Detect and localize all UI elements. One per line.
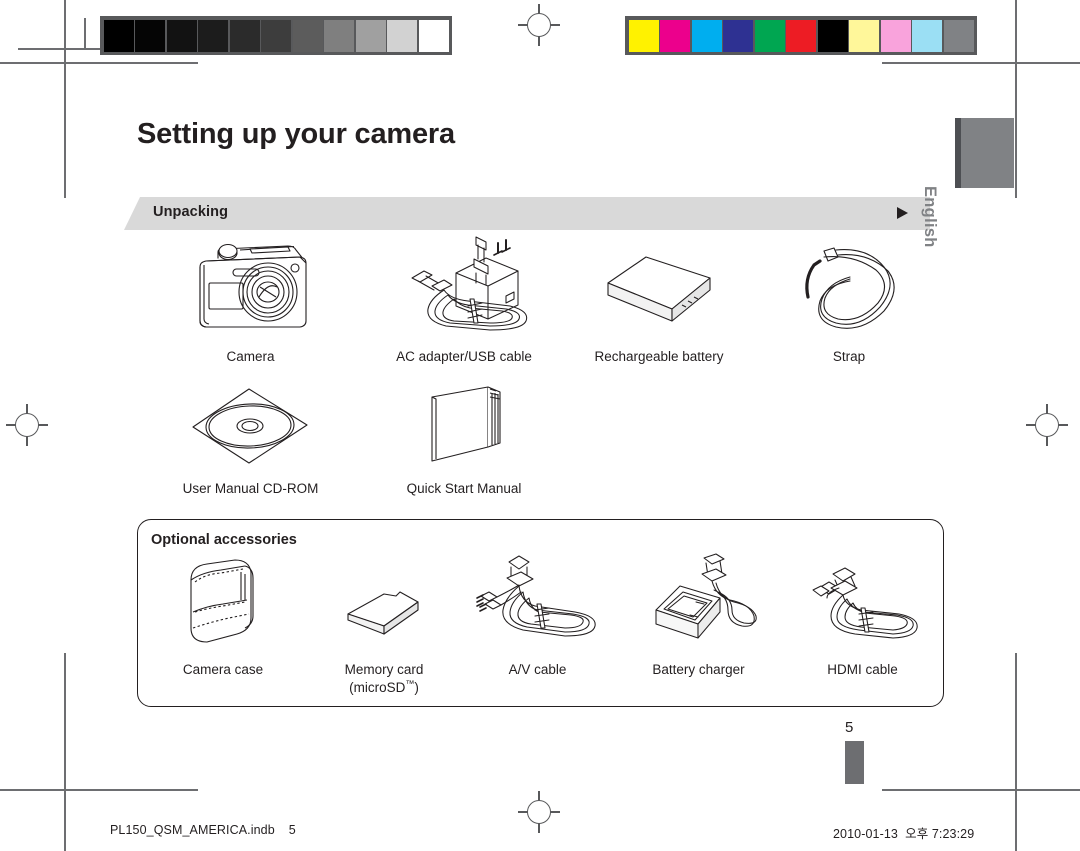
item-caption: Camera — [226, 349, 275, 364]
color-swatch — [786, 19, 816, 52]
footer-page-text: 5 — [288, 823, 296, 837]
item-caption: HDMI cable — [827, 662, 898, 677]
crop-mark-tl-h — [0, 62, 198, 64]
crop-mark-tr-v — [1015, 0, 1017, 198]
cd-rom-icon — [189, 383, 313, 471]
item-caption: Quick Start Manual — [406, 481, 522, 496]
memory-card-icon — [338, 552, 430, 650]
color-swatch — [817, 19, 848, 52]
crop-mark-tl-h2 — [18, 48, 101, 50]
page-title: Setting up your camera — [137, 118, 455, 150]
page-number: 5 — [845, 719, 854, 736]
item-caption: Rechargeable battery — [594, 349, 724, 364]
registration-mark-left — [6, 404, 48, 446]
hdmi-cable-icon — [803, 552, 923, 650]
color-swatch — [723, 19, 753, 52]
grayscale-swatch — [229, 19, 260, 52]
strap-icon — [794, 237, 904, 337]
footer-filename-text: PL150_QSM_AMERICA.indb — [110, 823, 275, 837]
item-caption-secondary: (microSD™) — [349, 678, 419, 696]
unpacking-item-ac-adapter: AC adapter/USB cable — [364, 236, 564, 366]
camera-case-icon — [175, 552, 271, 650]
footer-filename: PL150_QSM_AMERICA.indb 5 — [110, 823, 296, 837]
optional-item-battery-charger: Battery charger — [616, 552, 781, 697]
unpacking-item-camera: Camera — [137, 237, 364, 366]
unpacking-item-quick-start-manual: Quick Start Manual — [364, 383, 564, 498]
item-caption: User Manual CD-ROM — [182, 481, 319, 496]
crop-mark-bl-h — [0, 789, 198, 791]
color-swatch — [754, 19, 785, 52]
battery-icon — [600, 237, 718, 337]
unpacking-row-2: User Manual CD-ROM Quick Start Manual — [137, 383, 564, 498]
color-swatch — [660, 19, 690, 52]
grayscale-swatch — [166, 19, 197, 52]
crop-mark-tl-v2 — [84, 18, 86, 48]
color-swatch — [849, 19, 879, 52]
ac-adapter-usb-cable-icon — [394, 236, 534, 337]
grayscale-swatch — [387, 19, 417, 52]
grayscale-swatch — [261, 19, 291, 52]
color-swatch — [691, 19, 722, 52]
unpacking-row-1: Camera AC adapter/USB cable Rechargeable… — [137, 236, 944, 366]
item-caption: A/V cable — [508, 662, 567, 677]
footer-time-text: 오후 7:23:29 — [905, 827, 975, 841]
grayscale-swatch — [324, 19, 354, 52]
color-calibration-bar — [625, 16, 977, 55]
unpacking-item-strap: Strap — [754, 237, 944, 366]
grayscale-swatch — [198, 19, 228, 52]
optional-accessories-heading: Optional accessories — [151, 532, 297, 548]
item-caption: Battery charger — [652, 662, 745, 677]
optional-item-hdmi-cable: HDMI cable — [781, 552, 944, 697]
crop-mark-tr-h — [882, 62, 1080, 64]
crop-mark-br-v — [1015, 653, 1017, 851]
optional-accessories-row: Camera case Memory card (microSD™) A/V c… — [137, 552, 944, 697]
crop-mark-tl-v — [64, 0, 66, 198]
manual-book-icon — [416, 383, 512, 471]
color-swatch — [880, 19, 911, 52]
crop-mark-bl-v — [64, 653, 66, 851]
item-caption: Camera case — [182, 662, 264, 677]
footer-timestamp: 2010-01-13 오후 7:23:29 — [833, 823, 974, 842]
footer-date-text: 2010-01-13 — [833, 827, 898, 841]
registration-mark-top — [518, 4, 560, 46]
color-swatch — [912, 19, 942, 52]
color-swatch — [943, 19, 974, 52]
optional-item-camera-case: Camera case — [137, 552, 309, 697]
item-caption: Memory card — [344, 662, 424, 677]
item-caption: AC adapter/USB cable — [396, 349, 532, 364]
page-number-bar — [845, 741, 864, 784]
grayscale-swatch — [292, 19, 323, 52]
section-banner: Unpacking — [124, 197, 930, 230]
grayscale-swatch — [418, 19, 449, 52]
crop-mark-br-h — [882, 789, 1080, 791]
av-cable-icon — [475, 552, 601, 650]
grayscale-calibration-bar — [100, 16, 452, 55]
unpacking-item-battery: Rechargeable battery — [564, 237, 754, 366]
optional-item-memory-card: Memory card (microSD™) — [309, 552, 459, 697]
battery-charger-icon — [638, 552, 760, 650]
grayscale-swatch — [135, 19, 165, 52]
section-heading: Unpacking — [153, 204, 229, 220]
optional-item-av-cable: A/V cable — [459, 552, 616, 697]
registration-mark-right — [1026, 404, 1068, 446]
grayscale-swatch — [355, 19, 386, 52]
camera-icon — [184, 237, 318, 337]
unpacking-item-cd-rom: User Manual CD-ROM — [137, 383, 364, 498]
triangle-right-icon — [897, 207, 908, 219]
section-banner-shape — [124, 197, 930, 230]
grayscale-swatch — [103, 19, 134, 52]
color-swatch — [628, 19, 659, 52]
item-caption: Strap — [832, 349, 866, 364]
language-tab — [955, 118, 1014, 188]
registration-mark-bottom — [518, 791, 560, 833]
